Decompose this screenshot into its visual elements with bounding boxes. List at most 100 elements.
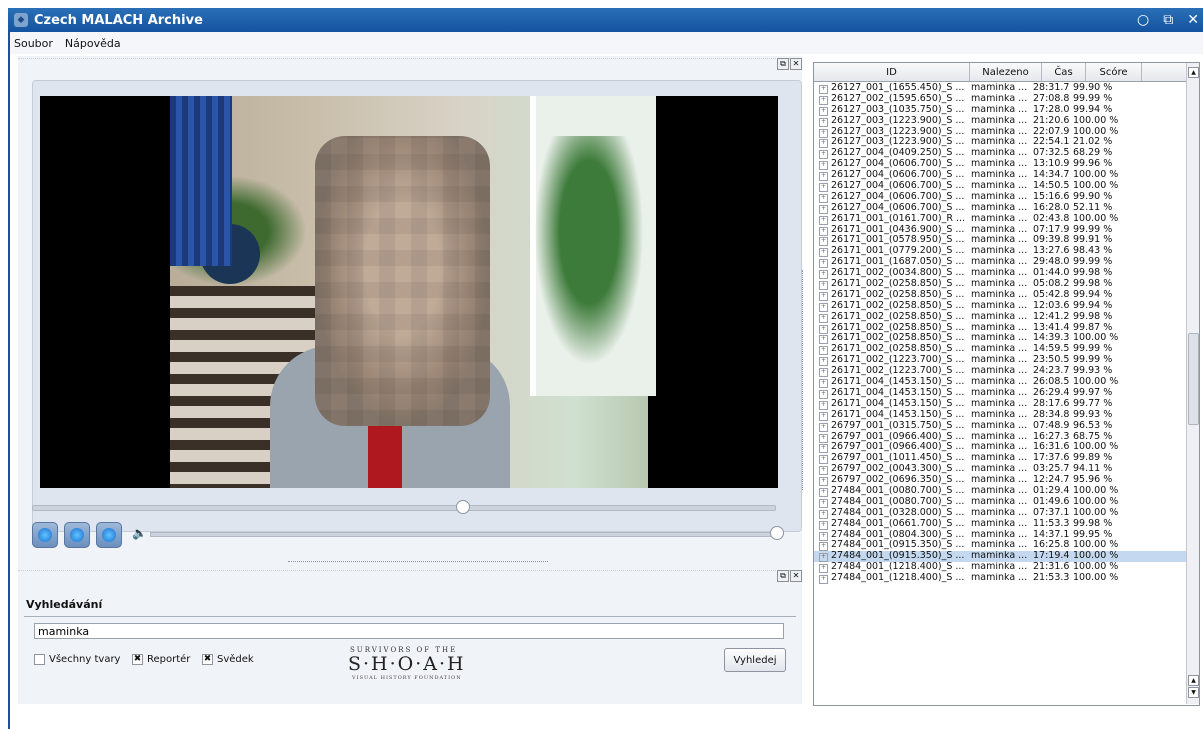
video-player[interactable]	[40, 96, 778, 488]
table-row[interactable]: +26171_004_(1453.150)_S ... maminka ... 28…	[814, 409, 1186, 421]
table-row[interactable]: +26171_002_(0258.850)_S ... maminka ... 12…	[814, 300, 1186, 312]
expand-icon[interactable]: +	[819, 204, 828, 214]
stop-button[interactable]	[96, 522, 122, 548]
table-row[interactable]: +27484_001_(0328.000)_S ... maminka ... 07…	[814, 507, 1186, 519]
expand-icon[interactable]: +	[819, 542, 828, 552]
expand-icon[interactable]: +	[819, 95, 828, 105]
expand-icon[interactable]: +	[819, 117, 828, 127]
expand-icon[interactable]: +	[819, 172, 828, 182]
column-header-score[interactable]: Scóre	[1086, 63, 1142, 81]
expand-icon[interactable]: +	[819, 259, 828, 269]
close-icon[interactable]: ✕	[1187, 12, 1199, 28]
scroll-thumb[interactable]	[1188, 333, 1199, 425]
expand-icon[interactable]: +	[819, 444, 828, 454]
expand-icon[interactable]: +	[819, 237, 828, 247]
expand-icon[interactable]: +	[819, 422, 828, 432]
table-row[interactable]: +26171_002_(0258.850)_S ... maminka ... 14…	[814, 343, 1186, 356]
table-row[interactable]: +26171_002_(0258.850)_S ... maminka ... 05…	[814, 289, 1186, 301]
table-row[interactable]: +27484_001_(0804.300)_S ... maminka ... 14…	[814, 529, 1186, 541]
menu-soubor[interactable]: Soubor	[14, 37, 53, 50]
search-tab[interactable]: Vyhledávání	[24, 592, 700, 616]
table-row[interactable]: +26171_001_(0779.200)_S ... maminka ... 13…	[814, 245, 1186, 258]
expand-icon[interactable]: +	[819, 575, 828, 585]
table-row[interactable]: +26797_001_(0966.400)_S ... maminka ... 16…	[814, 441, 1186, 454]
expand-icon[interactable]: +	[819, 509, 828, 519]
table-row[interactable]: +26171_001_(0436.900)_S ... maminka ... 07…	[814, 224, 1186, 236]
minimize-icon[interactable]: ○	[1137, 12, 1149, 28]
expand-icon[interactable]: +	[819, 248, 828, 258]
table-row[interactable]: +26171_002_(1223.700)_S ... maminka ... 24…	[814, 365, 1186, 378]
expand-icon[interactable]: +	[819, 433, 828, 443]
undock-icon[interactable]: ⧉	[777, 570, 789, 582]
search-button[interactable]: Vyhledej	[724, 648, 786, 672]
dock-close-icon[interactable]: ✕	[790, 58, 802, 70]
table-row[interactable]: +26171_002_(0258.850)_S ... maminka ... 05…	[814, 278, 1186, 291]
table-row[interactable]: +26797_002_(0696.350)_S ... maminka ... 12…	[814, 474, 1186, 487]
seek-slider[interactable]	[32, 505, 776, 511]
play-button[interactable]	[32, 522, 58, 548]
table-row[interactable]: +26171_002_(0258.850)_S ... maminka ... 14…	[814, 333, 1186, 345]
table-row[interactable]: +26127_003_(1223.900)_S ... maminka ... 22…	[814, 137, 1186, 149]
table-row[interactable]: +26127_003_(1223.900)_S ... maminka ... 22…	[814, 126, 1186, 138]
scroll-up-icon[interactable]: ▲	[1188, 675, 1199, 686]
expand-icon[interactable]: +	[819, 161, 828, 171]
table-row[interactable]: +26171_002_(0258.850)_S ... maminka ... 13…	[814, 322, 1186, 334]
expand-icon[interactable]: +	[819, 466, 828, 476]
table-row[interactable]: +26127_001_(1655.450)_S ... maminka ... 28…	[814, 82, 1186, 94]
table-row[interactable]: +26171_001_(0161.700)_R ... maminka ... 02…	[814, 213, 1186, 225]
checkbox-box[interactable]	[34, 654, 45, 665]
table-row[interactable]: +26127_003_(1223.900)_S ... maminka ... 21…	[814, 115, 1186, 127]
table-row[interactable]: +26127_004_(0606.700)_S ... maminka ... 14…	[814, 180, 1186, 193]
table-row[interactable]: +26171_004_(1453.150)_S ... maminka ... 26…	[814, 387, 1186, 399]
table-row[interactable]: +27484_001_(1218.400)_S ... maminka ... 21…	[814, 561, 1186, 574]
expand-icon[interactable]: +	[819, 400, 828, 410]
column-header-id[interactable]: ID	[814, 63, 970, 81]
table-row[interactable]: +26171_001_(1687.050)_S ... maminka ... 29…	[814, 256, 1186, 269]
expand-icon[interactable]: +	[819, 455, 828, 465]
table-row[interactable]: +26127_004_(0606.700)_S ... maminka ... 16…	[814, 202, 1186, 214]
column-header-cas[interactable]: Čas	[1042, 63, 1086, 81]
expand-icon[interactable]: +	[819, 270, 828, 280]
table-row[interactable]: +27484_001_(1218.400)_S ... maminka ... 21…	[814, 572, 1186, 585]
table-row[interactable]: +27484_001_(0915.350)_S ... maminka ... 16…	[814, 540, 1186, 552]
dock-close-icon[interactable]: ✕	[790, 570, 802, 582]
expand-icon[interactable]: +	[819, 193, 828, 203]
expand-icon[interactable]: +	[819, 389, 828, 399]
volume-slider-thumb[interactable]	[770, 526, 784, 540]
table-row[interactable]: +26797_001_(0315.750)_S ... maminka ... 07…	[814, 420, 1186, 432]
results-scrollbar[interactable]: ▲ ▲ ▼	[1186, 63, 1199, 704]
expand-icon[interactable]: +	[819, 379, 828, 389]
table-row[interactable]: +26797_001_(1011.450)_S ... maminka ... 17…	[814, 452, 1186, 465]
table-row[interactable]: +26127_004_(0606.700)_S ... maminka ... 13…	[814, 158, 1186, 171]
expand-icon[interactable]: +	[819, 368, 828, 378]
expand-icon[interactable]: +	[819, 291, 828, 301]
table-row[interactable]: +26171_001_(0578.950)_S ... maminka ... 09…	[814, 235, 1186, 247]
vertical-splitter[interactable]	[802, 270, 805, 490]
table-row[interactable]: +27484_001_(0080.700)_S ... maminka ... 01…	[814, 485, 1186, 497]
scroll-up-icon[interactable]: ▲	[1188, 67, 1199, 78]
table-row[interactable]: +26171_004_(1453.150)_S ... maminka ... 26…	[814, 376, 1186, 389]
expand-icon[interactable]: +	[819, 553, 828, 563]
expand-icon[interactable]: +	[819, 183, 828, 193]
scroll-down-icon[interactable]: ▼	[1188, 687, 1199, 698]
expand-icon[interactable]: +	[819, 324, 828, 334]
checkbox-svedek[interactable]: ✖ Svědek	[202, 654, 254, 665]
maximize-icon[interactable]: ⧉	[1163, 12, 1173, 28]
table-row[interactable]: +27484_001_(0915.350)_S ... maminka ... 17…	[814, 550, 1186, 563]
expand-icon[interactable]: +	[819, 85, 828, 94]
table-row[interactable]: +26171_002_(0258.850)_S ... maminka ... 12…	[814, 311, 1186, 323]
expand-icon[interactable]: +	[819, 564, 828, 574]
horizontal-splitter[interactable]	[288, 561, 548, 565]
table-row[interactable]: +26127_004_(0606.700)_S ... maminka ... 15…	[814, 191, 1186, 203]
expand-icon[interactable]: +	[819, 215, 828, 225]
column-header-nalezeno[interactable]: Nalezeno	[970, 63, 1042, 81]
expand-icon[interactable]: +	[819, 106, 828, 116]
volume-slider[interactable]	[150, 532, 778, 537]
expand-icon[interactable]: +	[819, 357, 828, 367]
expand-icon[interactable]: +	[819, 346, 828, 356]
table-row[interactable]: +26171_004_(1453.150)_S ... maminka ... 28…	[814, 398, 1186, 410]
undock-icon[interactable]: ⧉	[777, 58, 789, 70]
checkbox-box[interactable]: ✖	[132, 654, 143, 665]
table-row[interactable]: +27484_001_(0661.700)_S ... maminka ... 11…	[814, 518, 1186, 530]
table-row[interactable]: +26127_003_(1035.750)_S ... maminka ... 17…	[814, 104, 1186, 116]
